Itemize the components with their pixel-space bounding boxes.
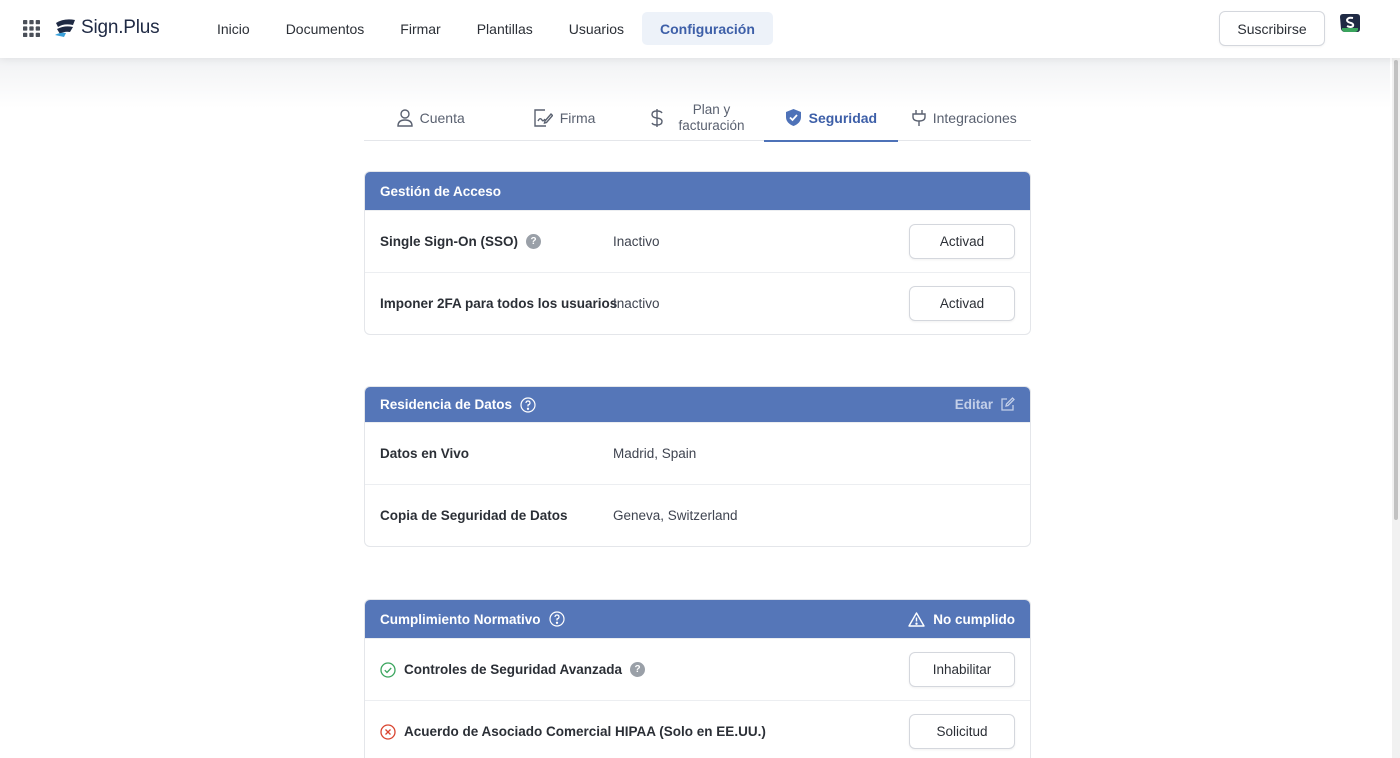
- shield-icon: [785, 109, 801, 126]
- tab-seguridad[interactable]: Seguridad: [764, 94, 898, 142]
- setting-label-text: Controles de Seguridad Avanzada: [404, 662, 623, 677]
- tab-label: Plan y facturación: [678, 102, 744, 134]
- main-content: Cuenta Firma Plan y facturación Segurida…: [0, 58, 1400, 758]
- list-item: Imponer 2FA para todos los usuarios Inac…: [365, 272, 1030, 334]
- dollar-icon: [651, 108, 664, 127]
- nav-item-configuracion[interactable]: Configuración: [642, 12, 773, 45]
- tab-cuenta[interactable]: Cuenta: [364, 94, 497, 141]
- compliance-status: No cumplido: [908, 612, 1015, 627]
- warning-icon: [908, 611, 925, 627]
- user-icon: [396, 108, 413, 127]
- x-circle-icon: [380, 723, 396, 740]
- top-navigation-bar: Sign.Plus Inicio Documentos Firmar Plant…: [0, 0, 1400, 58]
- data-residency-section: Residencia de Datos Editar Datos en Vivo…: [364, 386, 1031, 547]
- help-icon[interactable]: ?: [630, 662, 646, 677]
- signature-icon: [533, 108, 553, 127]
- setting-label: Acuerdo de Asociado Comercial HIPAA (Sol…: [404, 724, 766, 739]
- setting-label: Controles de Seguridad Avanzada ?: [404, 662, 646, 677]
- section-title: Residencia de Datos: [380, 397, 513, 412]
- setting-status: Inactivo: [613, 234, 660, 249]
- compliance-status-text: No cumplido: [933, 611, 1015, 627]
- list-item: Datos en Vivo Madrid, Spain: [365, 422, 1030, 484]
- tab-plan-facturacion[interactable]: Plan y facturación: [631, 94, 764, 141]
- list-item: Copia de Seguridad de Datos Geneva, Swit…: [365, 484, 1030, 546]
- section-title: Gestión de Acceso: [380, 183, 502, 199]
- setting-status: Inactivo: [613, 296, 660, 311]
- main-navigation: Inicio Documentos Firmar Plantillas Usua…: [199, 12, 773, 45]
- settings-tabs: Cuenta Firma Plan y facturación Segurida…: [364, 94, 1031, 142]
- access-management-section: Gestión de Acceso Single Sign-On (SSO) ?…: [364, 171, 1031, 335]
- tab-label: Integraciones: [932, 109, 1017, 126]
- nav-item-plantillas[interactable]: Plantillas: [459, 12, 551, 45]
- compliance-section: Cumplimiento Normativo No cumplido Contr…: [364, 599, 1031, 758]
- setting-label: Datos en Vivo: [380, 446, 470, 461]
- tab-integraciones[interactable]: Integraciones: [898, 94, 1031, 141]
- apps-grid-icon[interactable]: [23, 20, 40, 37]
- location-value: Madrid, Spain: [613, 446, 697, 461]
- section-header: Residencia de Datos Editar: [365, 387, 1030, 422]
- section-header: Cumplimiento Normativo No cumplido: [365, 600, 1030, 638]
- activate-sso-button[interactable]: Activad: [909, 224, 1015, 259]
- scrollbar[interactable]: [1392, 58, 1400, 758]
- tab-firma[interactable]: Firma: [497, 94, 630, 141]
- setting-label: Copia de Seguridad de Datos: [380, 508, 568, 523]
- edit-residency-link[interactable]: Editar: [955, 397, 1015, 412]
- app-logo[interactable]: Sign.Plus: [54, 16, 160, 40]
- section-header: Gestión de Acceso: [365, 172, 1030, 210]
- activate-2fa-button[interactable]: Activad: [909, 286, 1015, 321]
- tab-label: Firma: [559, 109, 596, 126]
- list-item: Single Sign-On (SSO) ? Inactivo Activad: [365, 210, 1030, 272]
- nav-item-usuarios[interactable]: Usuarios: [551, 12, 642, 45]
- request-hipaa-button[interactable]: Solicitud: [909, 714, 1015, 749]
- edit-icon: [1001, 397, 1015, 411]
- subscribe-button[interactable]: Suscribirse: [1219, 11, 1325, 46]
- tab-label: Seguridad: [808, 109, 878, 126]
- setting-label-text: Single Sign-On (SSO): [380, 234, 518, 249]
- sign-plus-logo-icon: [55, 19, 75, 37]
- disable-advanced-controls-button[interactable]: Inhabilitar: [909, 652, 1015, 687]
- tab-label-line: Plan y: [692, 101, 731, 117]
- help-icon[interactable]: ?: [526, 234, 541, 249]
- setting-label: Imponer 2FA para todos los usuarios: [380, 296, 618, 311]
- check-circle-icon: [380, 661, 396, 678]
- setting-label: Single Sign-On (SSO) ?: [380, 234, 541, 249]
- list-item: Controles de Seguridad Avanzada ? Inhabi…: [365, 638, 1030, 700]
- help-circle-icon[interactable]: [520, 396, 536, 413]
- edit-label: Editar: [954, 397, 993, 412]
- list-item: Acuerdo de Asociado Comercial HIPAA (Sol…: [365, 700, 1030, 758]
- nav-item-firmar[interactable]: Firmar: [382, 12, 458, 45]
- nav-item-inicio[interactable]: Inicio: [199, 12, 268, 45]
- tab-label-line: facturación: [678, 117, 745, 133]
- help-circle-icon[interactable]: [548, 611, 565, 627]
- nav-item-documentos[interactable]: Documentos: [268, 12, 383, 45]
- user-avatar-icon[interactable]: [1339, 12, 1361, 34]
- plug-icon: [912, 109, 926, 126]
- scrollbar-thumb[interactable]: [1394, 60, 1398, 520]
- app-name: Sign.Plus: [81, 17, 160, 38]
- tab-label: Cuenta: [419, 109, 465, 126]
- location-value: Geneva, Switzerland: [613, 508, 738, 523]
- section-title: Cumplimiento Normativo: [380, 611, 541, 627]
